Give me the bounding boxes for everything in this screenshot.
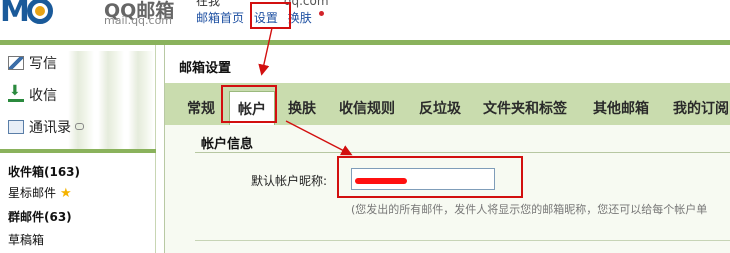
nickname-hint: (您发出的所有邮件，发件人将显示您的邮箱昵称，您还可以给每个帐户单	[351, 203, 708, 216]
tab-anti-spam[interactable]: 反垃圾	[419, 98, 461, 118]
header: M QQ邮箱 mail.qq.com 在我 qq.com 邮箱首页 设置 换肤	[0, 0, 730, 40]
contacts-card-icon	[8, 120, 24, 134]
star-icon: ★	[60, 186, 72, 201]
sidebar-receive-label: 收信	[29, 88, 57, 104]
tab-skin[interactable]: 换肤	[288, 98, 316, 118]
sidebar-write-label: 写信	[29, 56, 57, 72]
logo-ring-icon	[26, 0, 53, 24]
tab-receive-rules[interactable]: 收信规则	[339, 98, 395, 118]
nav-skin-label: 换肤	[287, 11, 312, 25]
folder-starred[interactable]: 星标邮件 ★	[8, 184, 72, 201]
page-title: 邮箱设置	[179, 61, 232, 76]
nav-skin-link[interactable]: 换肤	[288, 11, 330, 25]
new-dot-icon	[318, 11, 324, 16]
tab-my-subscriptions[interactable]: 我的订阅	[673, 98, 729, 118]
section-divider	[195, 152, 730, 153]
pencil-icon	[8, 56, 24, 70]
nickname-label: 默认帐户昵称:	[251, 174, 328, 188]
download-icon	[8, 83, 24, 102]
nav-home-link[interactable]: 邮箱首页	[196, 11, 244, 25]
user-name-fragment: 在我	[196, 0, 221, 8]
qq-mail-logo[interactable]: M	[0, 0, 53, 29]
folder-drafts[interactable]: 草稿箱	[8, 231, 44, 248]
folder-group-mail[interactable]: 群邮件(63)	[8, 208, 72, 225]
chat-bubble-icon	[75, 123, 84, 130]
folder-starred-label: 星标邮件	[8, 186, 57, 200]
content-bottom-divider	[195, 240, 730, 241]
folder-inbox[interactable]: 收件箱(163)	[8, 163, 80, 180]
tab-general[interactable]: 常规	[187, 98, 215, 118]
sidebar-write-button[interactable]: 写信	[8, 53, 57, 73]
logo-domain: mail.qq.com	[104, 14, 173, 27]
annotation-box-nickname-field	[337, 156, 523, 198]
main-panel: 邮箱设置 常规 帐户 换肤 收信规则 反垃圾 文件夹和标签 其他邮箱 我的订阅 …	[164, 45, 730, 253]
left-sidebar: 写信 收信 通讯录 收件箱(163) 星标邮件★ 群邮件(63) 草稿箱	[0, 45, 156, 253]
annotation-box-account-tab	[221, 85, 277, 123]
sidebar-divider	[0, 149, 156, 153]
sidebar-receive-button[interactable]: 收信	[8, 83, 57, 105]
sidebar-contacts-label: 通讯录	[29, 120, 71, 136]
sidebar-contacts-button[interactable]: 通讯录	[8, 117, 84, 137]
tab-other-mailboxes[interactable]: 其他邮箱	[593, 98, 649, 118]
main-title-bar: 邮箱设置	[164, 45, 730, 85]
section-title-account-info: 帐户信息	[201, 137, 254, 152]
tab-folders-labels[interactable]: 文件夹和标签	[483, 98, 567, 118]
annotation-box-settings	[250, 2, 291, 29]
